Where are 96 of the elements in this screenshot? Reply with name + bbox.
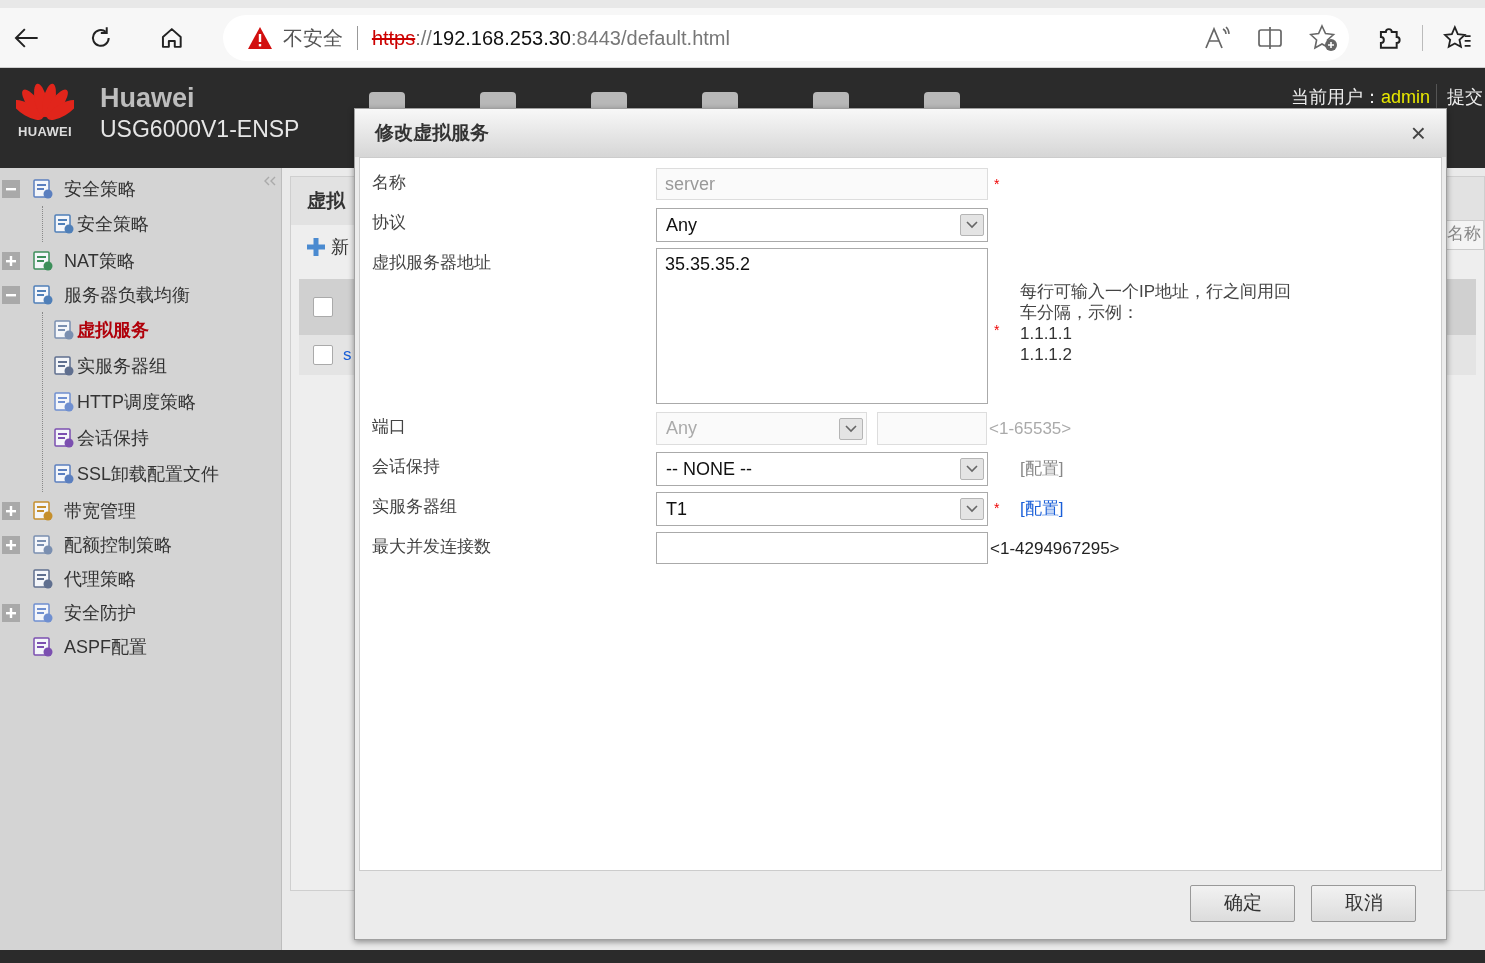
dropdown-button[interactable] [960,458,984,480]
collapse-toggle[interactable] [2,180,20,198]
security-label: 不安全 [282,25,343,51]
required-mark: * [994,322,1000,338]
nav-icon[interactable] [813,92,850,108]
address-bar[interactable]: 不安全 https://192.168.253.30:8443/default.html [222,14,1349,61]
tree-item[interactable]: 带宽管理 [64,497,136,525]
tree-node-icon [32,568,54,590]
checkbox[interactable] [313,297,333,317]
nav-icon[interactable] [702,92,739,108]
address-textarea[interactable]: 35.35.35.2 [656,248,988,404]
new-button[interactable]: 新 [331,233,349,261]
tree-item[interactable]: 虚拟服务 [77,316,149,344]
plus-icon [5,255,17,267]
range-hint: <1-4294967295> [990,538,1120,560]
tree-item[interactable]: 配额控制策略 [64,531,172,559]
expand-toggle[interactable] [2,604,20,622]
nav-icon[interactable] [369,92,406,108]
nav-icon[interactable] [924,92,961,108]
favorites-icon[interactable] [1443,23,1473,52]
configure-link[interactable]: [配置] [1020,496,1064,522]
tree-node-icon [53,213,75,235]
tree-node-icon [32,500,54,522]
expand-toggle[interactable] [2,536,20,554]
nav-icon[interactable] [591,92,628,108]
product-brand: Huawei [100,82,196,114]
dropdown-button[interactable] [960,498,984,520]
url-text: https://192.168.253.30:8443/default.html [371,25,730,51]
collapse-toggle[interactable] [2,286,20,304]
help-text: 每行可输入一个IP地址，行之间用回车分隔，示例： [1020,281,1293,323]
tree-node-icon [53,463,75,485]
add-icon [305,236,327,258]
text-field[interactable] [656,532,988,564]
nav-icon[interactable] [480,92,517,108]
example-address: 1.1.1.2 [1020,344,1073,365]
required-mark: * [994,176,1000,192]
tree-node-icon [32,534,54,556]
username: admin [1380,86,1430,109]
expand-toggle[interactable] [2,502,20,520]
tree-item[interactable]: SSL卸载配置文件 [77,460,220,488]
current-user-label: 当前用户： [1290,86,1381,109]
chevron-down-icon [845,424,857,433]
checkbox[interactable] [313,345,333,365]
warning-icon [246,25,273,50]
tree-item[interactable]: 安全策略 [64,175,136,203]
chevron-down-icon [966,221,978,229]
field-label: 名称 [372,172,407,194]
field-label: 最大并发连接数 [372,536,492,558]
close-button[interactable]: × [1410,120,1426,146]
tree-item[interactable]: 代理策略 [64,565,136,593]
product-model: USG6000V1-ENSP [100,115,300,144]
plus-icon [5,539,17,551]
range-hint: <1-65535> [989,418,1072,440]
row-link[interactable]: s [343,342,352,368]
select-field[interactable]: Any [656,208,988,242]
field-label: 端口 [372,416,407,438]
dialog-button[interactable]: 确定 [1190,885,1295,922]
tree-item[interactable]: 安全防护 [64,599,136,627]
example-address: 1.1.1.1 [1020,323,1073,344]
tree-node-icon [53,355,75,377]
tree-node-icon [32,250,54,272]
field-label: 实服务器组 [372,496,458,518]
chevron-down-icon [966,465,978,473]
required-mark: * [994,500,1000,516]
back-icon[interactable] [14,26,40,49]
read-aloud-icon[interactable] [1202,24,1231,51]
tree-node-icon [53,391,75,413]
dialog-title: 修改虚拟服务 [375,120,489,145]
plus-icon [5,607,17,619]
tree-item[interactable]: ASPF配置 [64,633,147,661]
tree-item[interactable]: 实服务器组 [77,352,167,380]
add-favorite-icon[interactable] [1308,23,1339,52]
tree-node-icon [32,636,54,658]
logo-text: HUAWEI [18,123,72,141]
tree-node-icon [53,319,75,341]
tree-node-icon [32,284,54,306]
tree-item[interactable]: 服务器负载均衡 [64,281,190,309]
field-label: 协议 [372,212,407,234]
split-screen-icon[interactable] [1256,25,1283,50]
tree-item[interactable]: 会话保持 [77,424,149,452]
tree-node-icon [32,602,54,624]
field-label: 会话保持 [372,456,441,478]
tree-item[interactable]: HTTP调度策略 [77,388,196,416]
select-field[interactable]: -- NONE -- [656,452,988,486]
tree-item[interactable]: NAT策略 [64,247,135,275]
chevron-down-icon [966,505,978,513]
dialog-button[interactable]: 取消 [1311,885,1416,922]
field-label: 虚拟服务器地址 [372,252,492,274]
plus-icon [5,505,17,517]
tree-item[interactable]: 安全策略 [77,210,149,238]
dropdown-button[interactable] [960,214,984,236]
expand-toggle[interactable] [2,252,20,270]
tree-node-icon [32,178,54,200]
tree-node-icon [53,427,75,449]
select-field[interactable]: T1 [656,492,988,526]
panel-title: 虚拟 [307,188,345,213]
